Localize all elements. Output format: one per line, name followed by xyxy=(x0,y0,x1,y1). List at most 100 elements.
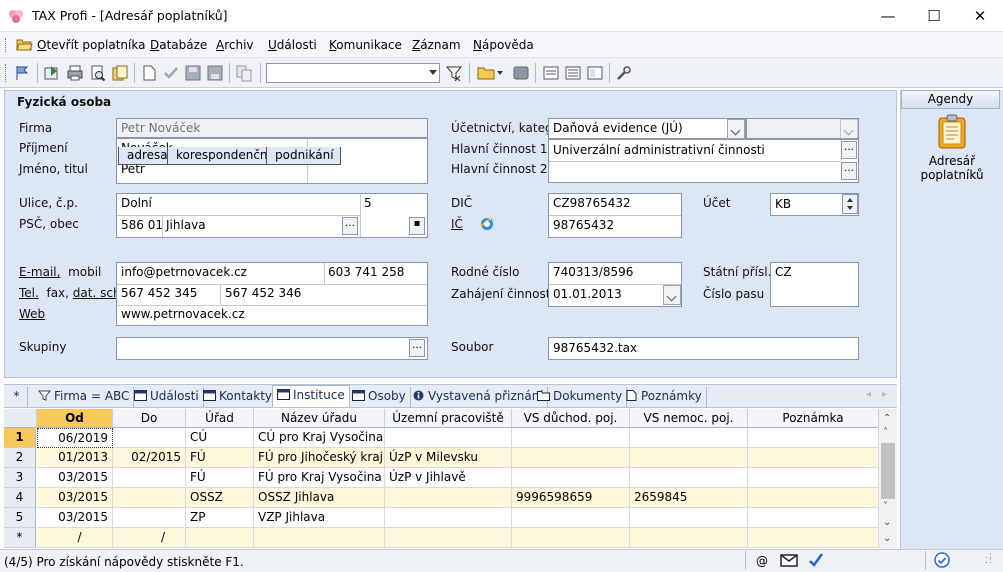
cell-od[interactable]: / xyxy=(37,528,113,548)
menu-database[interactable]: Databáze xyxy=(150,38,207,52)
column-header-poznamka[interactable]: Poznámka xyxy=(748,409,879,428)
row-number[interactable]: * xyxy=(4,528,36,548)
cell-vs-nemoc[interactable] xyxy=(630,448,748,468)
cell-urad[interactable]: FÚ xyxy=(186,468,254,488)
tab-firma-filter[interactable]: Firma = ABC xyxy=(34,387,135,407)
tab-instituce[interactable]: Instituce xyxy=(272,385,350,407)
taxpayer-flag-icon[interactable] xyxy=(14,64,32,82)
cinnost2-lookup-button[interactable]: … xyxy=(841,162,857,180)
table-row[interactable]: 1 06/2019 CÚ CÚ pro Kraj Vysočina xyxy=(4,428,879,448)
web-field[interactable]: www.petrnovacek.cz xyxy=(121,307,245,321)
tab-kontakty[interactable]: Kontakty xyxy=(199,387,278,407)
archive-box-icon[interactable] xyxy=(512,64,530,82)
skupiny-field[interactable] xyxy=(116,337,428,360)
address-tab-adresa[interactable]: adresa xyxy=(118,147,174,165)
internet-explorer-icon[interactable] xyxy=(479,216,495,232)
zahajeni-field[interactable]: 01.01.2013 xyxy=(553,287,622,301)
cell-od[interactable]: 03/2015 xyxy=(37,488,113,508)
firma-field[interactable]: Petr Nováček xyxy=(116,118,428,138)
confirm-icon[interactable] xyxy=(162,64,180,82)
signature-check-icon[interactable] xyxy=(808,552,824,568)
cell-uzemni[interactable] xyxy=(385,428,512,448)
cell-uzemni[interactable] xyxy=(385,488,512,508)
menu-record[interactable]: Záznam xyxy=(412,38,461,52)
export-icon[interactable] xyxy=(43,64,61,82)
cell-od[interactable]: 03/2015 xyxy=(37,508,113,528)
cell-vs-duchod[interactable]: 9996598659 xyxy=(512,488,630,508)
row-number[interactable]: 2 xyxy=(4,448,36,468)
menu-open-taxpayer[interactable]: Otevřít poplatníka xyxy=(37,38,145,52)
cp-field[interactable]: 5 xyxy=(364,196,372,210)
menu-events[interactable]: Události xyxy=(268,38,317,52)
tab-udalosti[interactable]: Události xyxy=(130,387,204,407)
save-icon[interactable] xyxy=(184,64,202,82)
row-number[interactable]: 5 xyxy=(4,508,36,528)
list-view-icon[interactable] xyxy=(564,64,582,82)
cell-vs-duchod[interactable] xyxy=(512,528,630,548)
tab-dokumenty[interactable]: Dokumenty xyxy=(533,387,628,407)
grid-scrollbar[interactable]: ⌃ ˄ ˅ ⌄ ⌄ xyxy=(879,409,897,549)
ulice-field[interactable]: Dolní xyxy=(121,196,152,210)
scroll-up-icon[interactable]: ˄ xyxy=(883,427,888,438)
cell-poznamka[interactable] xyxy=(748,468,879,488)
column-header-od[interactable]: Od xyxy=(37,409,113,428)
tel-field[interactable]: 567 452 345 xyxy=(121,286,197,300)
cell-uzemni[interactable] xyxy=(385,528,512,548)
cell-nazev[interactable] xyxy=(254,528,385,548)
row-number[interactable]: 4 xyxy=(4,488,36,508)
ic-field[interactable]: 98765432 xyxy=(553,218,614,232)
column-header-vs-nemoc[interactable]: VS nemoc. poj. xyxy=(630,409,748,428)
tabs-scroll-left-icon[interactable]: ◂ xyxy=(866,389,871,400)
folder-dropdown-arrow-icon[interactable] xyxy=(497,71,503,75)
address-type-button[interactable]: ▪ xyxy=(409,217,425,235)
resize-grip-icon[interactable]: .:.: xyxy=(985,552,993,566)
obec-field[interactable]: Jihlava xyxy=(166,218,206,232)
tab-vystavena-priznani[interactable]: Vystavená přiznání xyxy=(408,387,548,407)
tel-link[interactable]: Tel. xyxy=(19,286,39,300)
scroll-bottom-icon[interactable]: ⌄ xyxy=(883,533,891,544)
copy-icon[interactable] xyxy=(235,64,253,82)
cell-uzemni[interactable]: ÚzP v Milevsku xyxy=(385,448,512,468)
cell-nazev[interactable]: OSSZ Jihlava xyxy=(254,488,385,508)
fax-field[interactable]: 567 452 346 xyxy=(225,286,301,300)
table-row[interactable]: 2 01/2013 02/2015 FÚ FÚ pro Jihočeský kr… xyxy=(4,448,879,468)
obec-lookup-button[interactable]: … xyxy=(342,217,358,235)
zahajeni-date-picker-button[interactable] xyxy=(663,285,681,305)
tabs-scroll-right-icon[interactable]: ▸ xyxy=(882,389,887,400)
table-row[interactable]: 5 03/2015 ZP VZP Jihlava xyxy=(4,508,879,528)
statni-field[interactable]: CZ xyxy=(770,262,859,307)
cinnost1-lookup-button[interactable]: … xyxy=(841,141,857,159)
email-status-icon[interactable]: @ xyxy=(756,554,768,568)
cell-nazev[interactable]: FÚ pro Kraj Vysočina xyxy=(254,468,385,488)
print-icon[interactable] xyxy=(66,64,84,82)
cell-do[interactable] xyxy=(113,428,186,448)
scroll-page-down-icon[interactable]: ⌄ xyxy=(883,517,891,528)
table-row[interactable]: 3 03/2015 FÚ FÚ pro Kraj Vysočina ÚzP v … xyxy=(4,468,879,488)
cell-urad[interactable]: CÚ xyxy=(186,428,254,448)
soubor-field[interactable]: 98765432.tax xyxy=(548,337,859,360)
cell-do[interactable] xyxy=(113,488,186,508)
cell-uzemni[interactable] xyxy=(385,508,512,528)
minimize-button[interactable]: — xyxy=(865,0,911,31)
form-view-icon[interactable] xyxy=(542,64,560,82)
rodne-cislo-field[interactable]: 740313/8596 xyxy=(553,265,633,279)
print-preview-icon[interactable] xyxy=(89,64,107,82)
menu-help[interactable]: Nápověda xyxy=(473,38,534,52)
address-tab-podnikani[interactable]: podnikání xyxy=(266,147,341,165)
cell-poznamka[interactable] xyxy=(748,428,879,448)
scroll-thumb[interactable] xyxy=(881,443,895,499)
menu-communication[interactable]: Komunikace xyxy=(329,38,402,52)
email-link[interactable]: E-mail, xyxy=(19,265,60,279)
cell-vs-nemoc[interactable] xyxy=(630,528,748,548)
mobil-field[interactable]: 603 741 258 xyxy=(328,265,404,279)
cell-vs-nemoc[interactable]: 2659845 xyxy=(630,488,748,508)
cell-vs-duchod[interactable] xyxy=(512,468,630,488)
cell-od[interactable]: 03/2015 xyxy=(37,468,113,488)
column-header-vs-duchod[interactable]: VS důchod. poj. xyxy=(512,409,630,428)
agenda-item-adresar[interactable]: Adresář poplatníků xyxy=(920,114,984,186)
skupiny-lookup-button[interactable]: … xyxy=(409,339,425,357)
cell-do[interactable] xyxy=(113,508,186,528)
tab-poznamky[interactable]: Poznámky xyxy=(621,387,707,407)
table-row[interactable]: 4 03/2015 OSSZ OSSZ Jihlava 9996598659 2… xyxy=(4,488,879,508)
close-button[interactable]: ✕ xyxy=(957,0,1003,31)
